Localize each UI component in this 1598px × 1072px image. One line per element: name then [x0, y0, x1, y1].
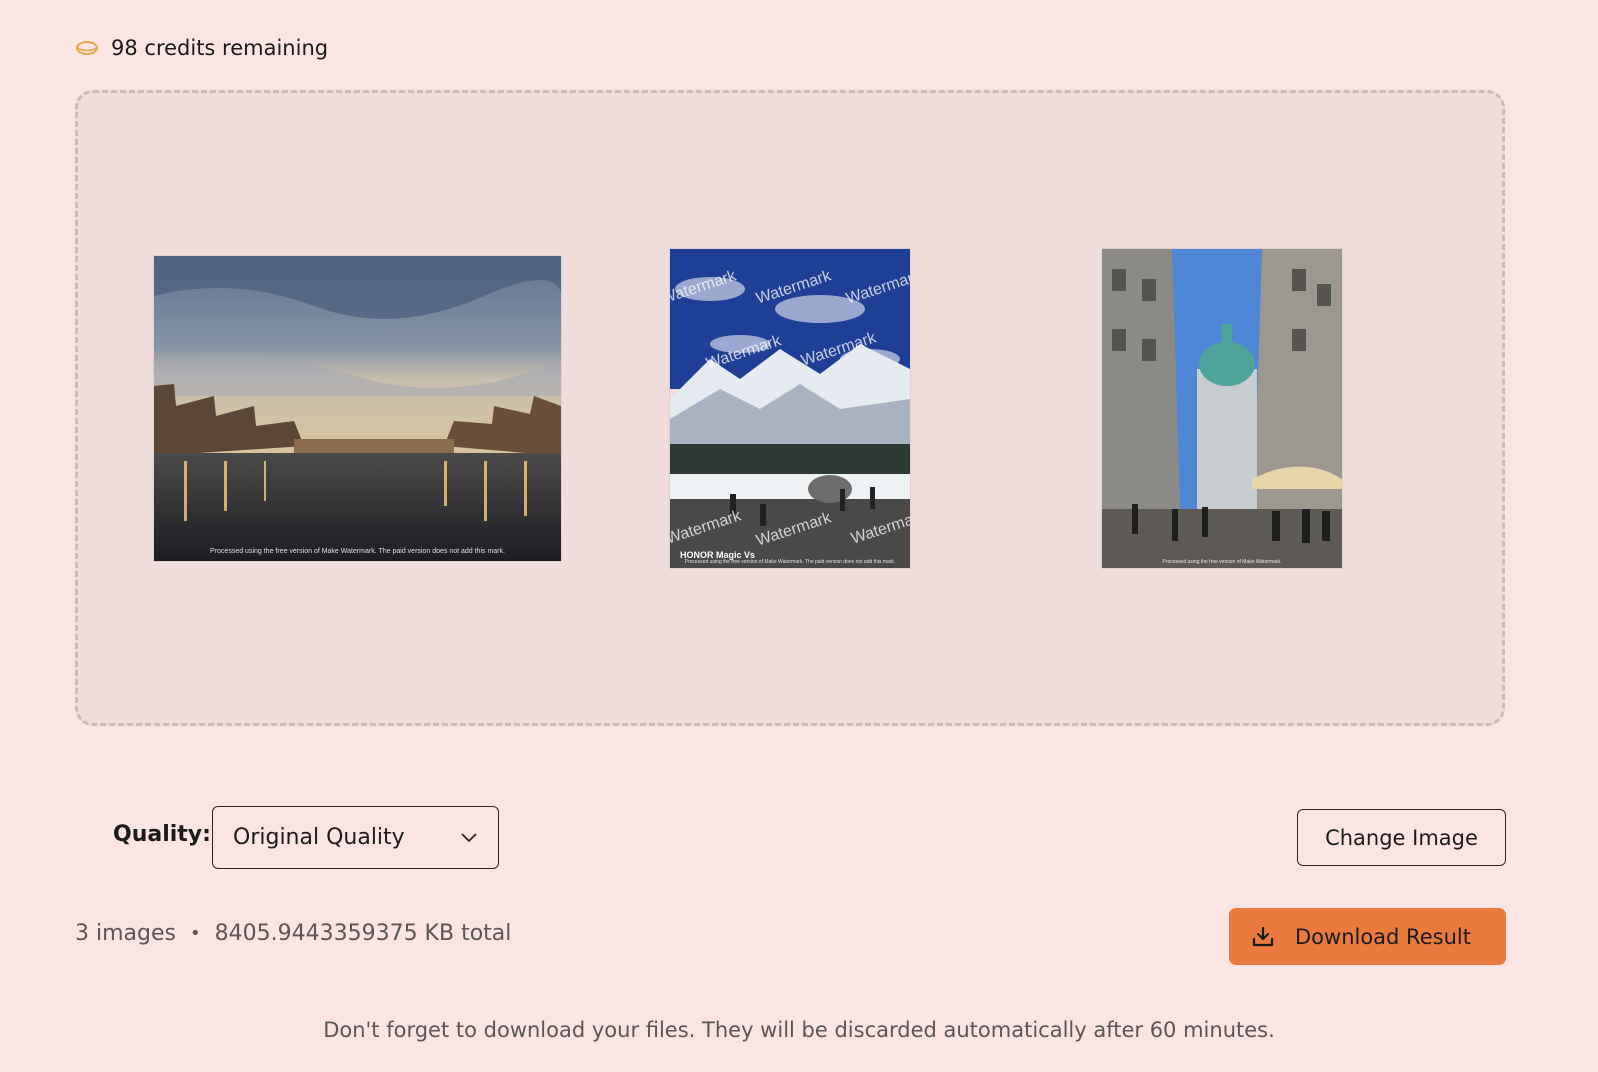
quality-select[interactable]: Original Quality — [212, 806, 499, 869]
quality-selected-value: Original Quality — [233, 825, 405, 850]
separator-dot: • — [189, 923, 201, 944]
credits-indicator: 98 credits remaining — [75, 34, 328, 62]
watermark-footer: Processed using the free version of Make… — [684, 559, 896, 565]
download-label: Download Result — [1295, 924, 1471, 949]
watermark-footer: Processed using the free version of Make… — [1162, 559, 1282, 565]
image-thumbnail-2[interactable]: Watermark Watermark Watermark Watermark … — [670, 249, 910, 568]
image-thumbnail-1[interactable]: Processed using the free version of Make… — [154, 256, 561, 561]
file-summary: 3 images • 8405.9443359375 KB total — [75, 921, 511, 946]
quality-label: Quality: — [113, 822, 211, 847]
change-image-button[interactable]: Change Image — [1297, 809, 1506, 866]
river-photo — [154, 256, 561, 561]
download-result-button[interactable]: Download Result — [1229, 908, 1506, 965]
discard-notice: Don't forget to download your files. The… — [323, 1018, 1275, 1042]
total-size: 8405.9443359375 KB total — [214, 921, 512, 946]
image-count: 3 images — [75, 921, 176, 946]
chevron-down-icon — [460, 832, 478, 844]
credits-text: 98 credits remaining — [111, 36, 329, 60]
watermark-footer: Processed using the free version of Make… — [210, 548, 505, 555]
download-icon — [1251, 925, 1275, 949]
image-thumbnail-3[interactable]: Processed using the free version of Make… — [1102, 249, 1342, 568]
street-photo — [1102, 249, 1342, 568]
coin-icon — [75, 39, 99, 57]
